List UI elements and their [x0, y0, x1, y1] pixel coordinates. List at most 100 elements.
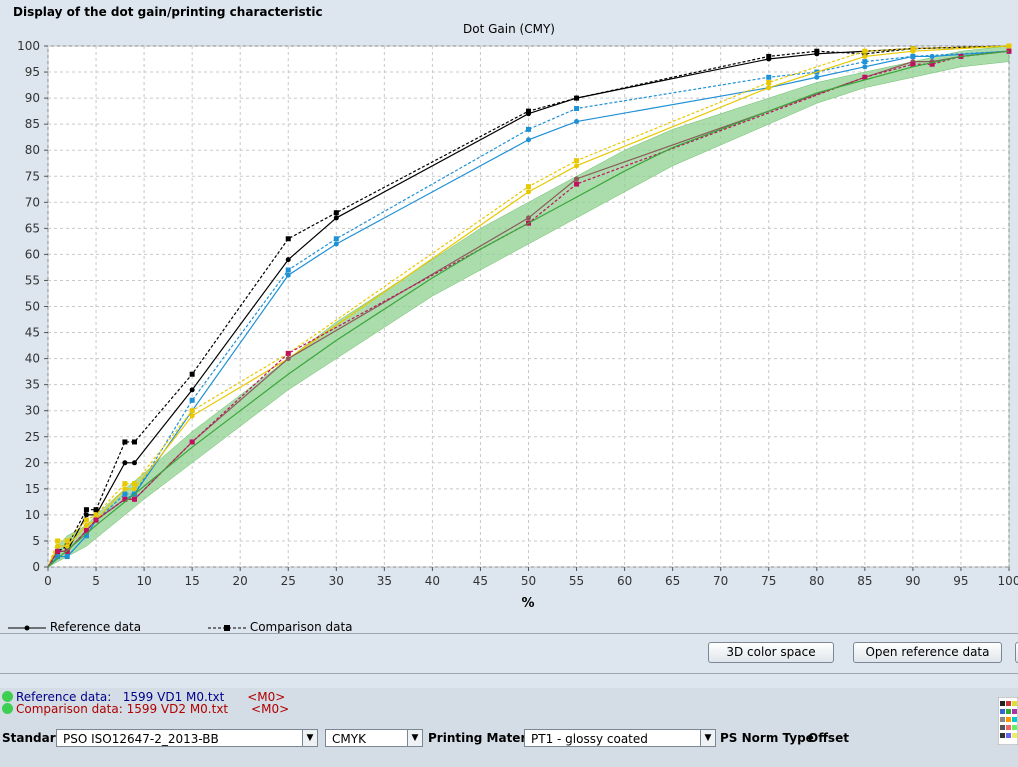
data-point [131, 439, 137, 445]
x-tick-label: 30 [329, 574, 344, 588]
comparison-value: 1599 VD2 M0.txt [126, 702, 229, 716]
data-point [189, 387, 195, 393]
x-tick-label: 5 [92, 574, 100, 588]
y-tick-label: 75 [25, 169, 40, 183]
data-point [766, 74, 772, 80]
legend-reference: Reference data [8, 620, 141, 634]
x-tick-label: 40 [425, 574, 440, 588]
data-point [766, 85, 772, 91]
comparison-tag: <M0> [251, 702, 290, 716]
y-tick-label: 60 [25, 247, 40, 261]
data-point [285, 272, 291, 278]
data-point [93, 517, 99, 523]
data-point [285, 257, 291, 263]
status-dot-icon [2, 691, 13, 702]
x-axis-label: % [521, 596, 534, 611]
y-tick-label: 100 [17, 39, 40, 53]
y-tick-label: 35 [25, 378, 40, 392]
color-chart-icon [998, 697, 1018, 745]
data-point [574, 181, 580, 187]
chevron-down-icon[interactable]: ▼ [700, 730, 715, 746]
y-tick-label: 10 [25, 508, 40, 522]
data-point [64, 554, 70, 560]
dot-gain-chart: 0 5 10 15 20 25 30 35 40 45 50 55 60 65 70 75 80 85 90 95 10… [17, 39, 1018, 611]
status-dot-icon [2, 703, 13, 714]
y-tick-label: 55 [25, 273, 40, 287]
data-point [526, 108, 531, 114]
x-tick-label: 75 [761, 574, 776, 588]
x-tick-label: 45 [473, 574, 488, 588]
data-point [93, 512, 99, 518]
y-tick-label: 65 [25, 221, 40, 235]
x-tick-label: 55 [569, 574, 584, 588]
data-point [526, 215, 531, 221]
data-point [285, 267, 291, 273]
y-tick-label: 85 [25, 117, 40, 131]
data-point [285, 236, 291, 242]
data-point [910, 46, 916, 52]
legend-solid-line-icon [8, 625, 46, 630]
legend-dashed-line-icon [208, 624, 246, 631]
data-point [574, 119, 580, 125]
open-reference-button[interactable]: Open reference data [853, 642, 1002, 663]
data-point [83, 507, 89, 513]
data-point [862, 59, 868, 65]
data-point [189, 371, 195, 377]
x-tick-label: 0 [44, 574, 52, 588]
standard-select[interactable]: PSO ISO12647-2_2013-BB ▼ [56, 729, 318, 747]
y-tick-label: 45 [25, 326, 40, 340]
data-point [862, 53, 868, 59]
data-point [285, 356, 291, 362]
data-point [122, 439, 128, 445]
x-tick-label: 100 [998, 574, 1018, 588]
data-point [93, 507, 99, 513]
y-tick-label: 50 [25, 300, 40, 314]
x-tick-label: 85 [857, 574, 872, 588]
colorspace-select[interactable]: CMYK ▼ [325, 729, 423, 747]
chevron-down-icon[interactable]: ▼ [407, 730, 422, 746]
data-point [766, 79, 772, 85]
standard-value: PSO ISO12647-2_2013-BB [63, 732, 219, 746]
data-point [766, 53, 772, 59]
y-tick-label: 25 [25, 430, 40, 444]
grid [47, 45, 1010, 568]
x-tick-label: 25 [281, 574, 296, 588]
x-tick-label: 60 [617, 574, 632, 588]
standard-label: Standard [2, 731, 65, 745]
data-point [122, 481, 128, 487]
chevron-down-icon[interactable]: ▼ [302, 730, 317, 746]
color-space-button[interactable]: 3D color space [708, 642, 834, 663]
data-point [333, 241, 339, 247]
data-point [333, 210, 339, 216]
y-tick-label: 20 [25, 456, 40, 470]
data-point [910, 53, 916, 59]
x-tick-label: 70 [713, 574, 728, 588]
divider [0, 633, 1018, 634]
data-point [131, 486, 137, 492]
data-point [83, 517, 89, 523]
y-tick-label: 90 [25, 91, 40, 105]
data-point [574, 95, 580, 101]
data-point [929, 53, 935, 59]
x-tick-label: 50 [521, 574, 536, 588]
data-point [574, 163, 580, 169]
legend-comparison-label: Comparison data [249, 620, 353, 634]
data-point [574, 106, 580, 112]
data-point [862, 64, 868, 70]
data-point [189, 439, 195, 445]
data-point [131, 496, 137, 502]
data-point [131, 481, 137, 487]
x-tick-label: 95 [953, 574, 968, 588]
y-tick-label: 95 [25, 65, 40, 79]
x-tick-label: 15 [185, 574, 200, 588]
data-point [574, 158, 580, 164]
x-tick-label: 90 [905, 574, 920, 588]
data-point [333, 236, 339, 242]
data-point [64, 543, 70, 549]
data-point [189, 413, 195, 419]
data-point [526, 184, 531, 190]
material-select[interactable]: PT1 - glossy coated ▼ [524, 729, 716, 747]
y-tick-label: 15 [25, 482, 40, 496]
data-point [526, 189, 531, 195]
colorspace-value: CMYK [332, 732, 366, 746]
